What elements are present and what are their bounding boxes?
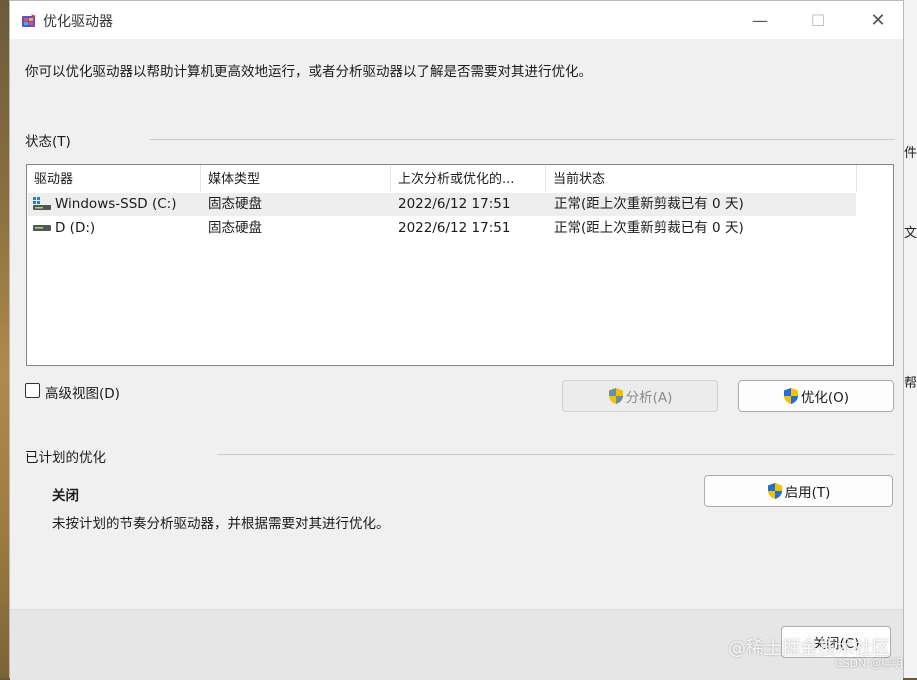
status-section-label: 状态(T) [25,134,71,150]
scheduled-section-label: 已计划的优化 [25,450,106,466]
status-divider [150,139,895,140]
dialog-content: 你可以优化驱动器以帮助计算机更高效地运行，或者分析驱动器以了解是否需要对其进行优… [10,39,903,609]
schedule-state-description: 未按计划的节奏分析驱动器，并根据需要对其进行优化。 [52,516,390,532]
window-title: 优化驱动器 [43,14,113,30]
drive-media-type: 固态硬盘 [208,220,262,236]
schedule-state-title: 关闭 [52,488,79,504]
advanced-view-checkbox[interactable] [25,383,40,398]
optimize-button[interactable]: 优化(O) [738,380,894,412]
analyze-button-label: 分析(A) [625,390,673,406]
drive-row-d[interactable]: D (D:) 固态硬盘 2022/6/12 17:51 正常(距上次重新剪裁已有… [28,217,856,240]
maximize-icon: ☐ [810,10,826,30]
drive-row-c[interactable]: Windows-SSD (C:) 固态硬盘 2022/6/12 17:51 正常… [28,193,856,216]
drive-icon [33,225,51,231]
defrag-app-icon [22,14,36,27]
column-header-current-status[interactable]: 当前状态 [546,165,857,192]
uac-shield-icon [608,388,623,404]
optimize-drives-dialog: 优化驱动器 — ☐ ✕ 你可以优化驱动器以帮助计算机更高效地运行，或者分析驱动器… [9,0,904,680]
drives-list-header: 驱动器 媒体类型 上次分析或优化的... 当前状态 [27,165,857,192]
drive-name: D (D:) [55,220,96,236]
advanced-view-label[interactable]: 高级视图(D) [45,382,120,402]
background-text: 文 [904,226,917,241]
close-icon: ✕ [870,9,886,31]
background-text: 帮 [904,376,917,391]
column-header-drive[interactable]: 驱动器 [27,165,201,192]
scheduled-divider [217,454,895,455]
enable-button-label: 启用(T) [784,485,831,501]
drive-name: Windows-SSD (C:) [55,196,177,212]
watermark-credit: CSDN @檸明 [835,657,903,670]
background-text: 件 [904,146,917,161]
title-bar[interactable]: 优化驱动器 — ☐ ✕ [10,1,903,39]
uac-shield-icon [767,483,782,499]
dialog-description: 你可以优化驱动器以帮助计算机更高效地运行，或者分析驱动器以了解是否需要对其进行优… [25,64,592,80]
minimize-icon: — [752,10,768,30]
maximize-button: ☐ [795,1,841,39]
analyze-button[interactable]: 分析(A) [562,380,718,412]
drive-status: 正常(距上次重新剪裁已有 0 天) [554,220,744,236]
drive-media-type: 固态硬盘 [208,196,262,212]
drives-list[interactable]: 驱动器 媒体类型 上次分析或优化的... 当前状态 Windows-SSD (C… [26,164,894,366]
drive-last-run: 2022/6/12 17:51 [398,220,511,236]
optimize-button-label: 优化(O) [800,390,850,406]
close-window-button[interactable]: ✕ [855,1,901,39]
uac-shield-icon [783,388,798,404]
column-header-media-type[interactable]: 媒体类型 [201,165,391,192]
column-header-last-run[interactable]: 上次分析或优化的... [391,165,546,192]
minimize-button[interactable]: — [737,1,783,39]
drive-last-run: 2022/6/12 17:51 [398,196,511,212]
drive-status: 正常(距上次重新剪裁已有 0 天) [554,196,744,212]
enable-schedule-button[interactable]: 启用(T) [704,475,893,507]
windows-drive-icon [33,197,51,210]
